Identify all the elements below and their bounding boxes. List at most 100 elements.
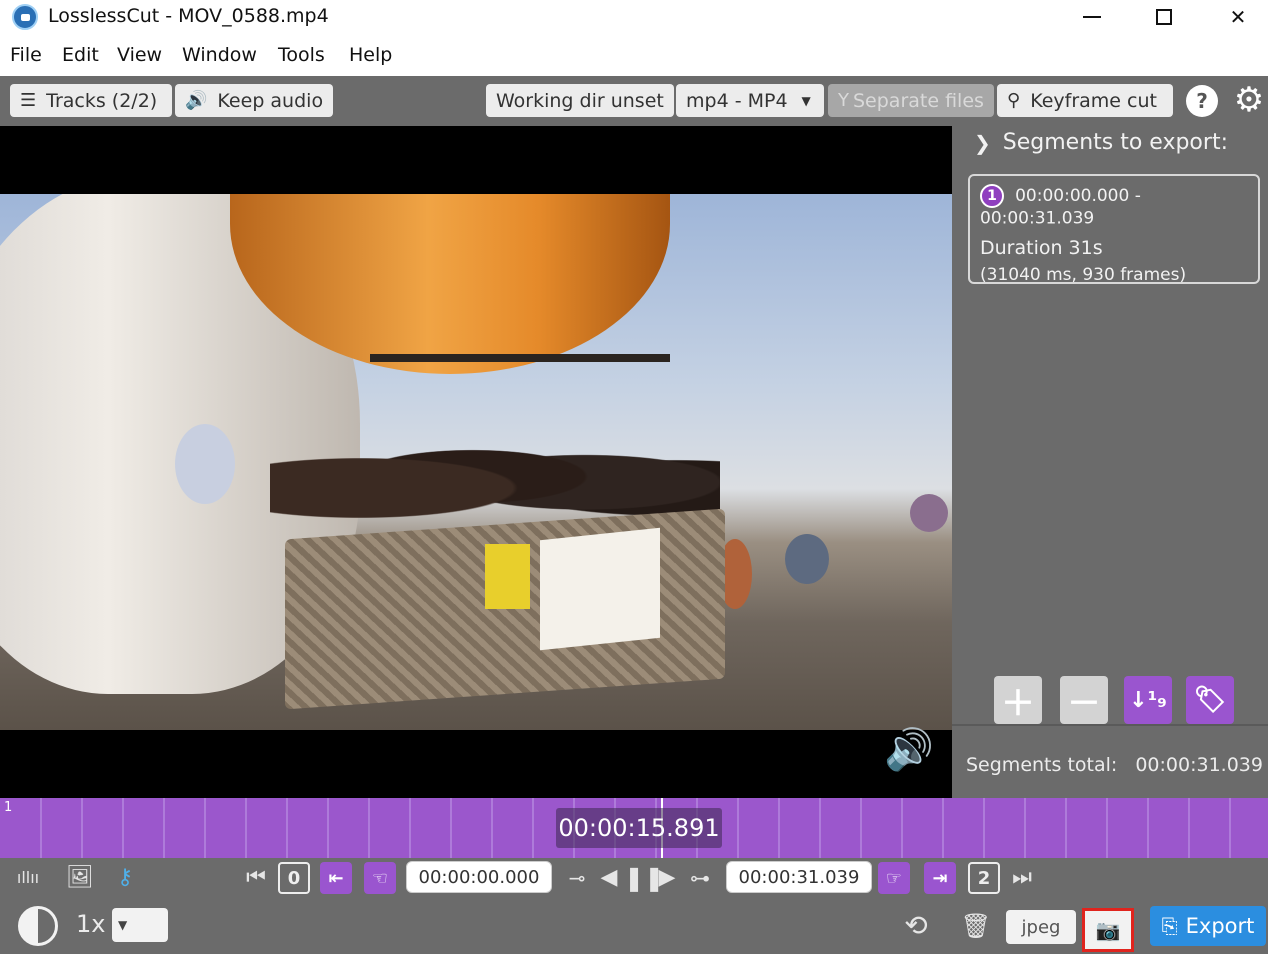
minus-icon: － xyxy=(1067,683,1101,724)
rotate-icon[interactable]: ⟲ xyxy=(894,910,938,942)
timeline-tick xyxy=(983,798,985,858)
reorder-segments-button[interactable]: ↓¹₉ xyxy=(1124,676,1172,724)
yin-yang-icon[interactable] xyxy=(18,906,58,946)
jump-cut-start-button[interactable]: ⇤ xyxy=(320,862,352,894)
jump-to-start-icon[interactable]: ⏮ xyxy=(244,862,268,894)
timeline-tick xyxy=(1065,798,1067,858)
export-file-icon: ⎘ xyxy=(1161,914,1178,938)
separate-files-button[interactable]: Y Separate files xyxy=(828,84,994,117)
menu-tools[interactable]: Tools xyxy=(278,44,325,66)
add-segment-button[interactable]: ＋ xyxy=(994,676,1042,724)
capture-format-select[interactable]: jpeg xyxy=(1006,910,1076,944)
timeline-tick xyxy=(40,798,42,858)
chevron-right-icon: ❯ xyxy=(974,130,991,155)
menu-file[interactable]: File xyxy=(10,44,42,66)
remove-segment-button[interactable]: － xyxy=(1060,676,1108,724)
menu-edit[interactable]: Edit xyxy=(62,44,99,66)
end-segment-button[interactable]: 2 xyxy=(968,862,1000,894)
speed-select[interactable]: ▼ xyxy=(112,908,168,942)
segment-end-icon: ⇥ xyxy=(932,867,948,889)
start-segment-button[interactable]: 0 xyxy=(278,862,310,894)
set-cut-start-button[interactable]: ☜ xyxy=(364,862,396,894)
thumbnails-icon[interactable]: 🖼 xyxy=(62,862,98,894)
timeline[interactable]: 1 00:00:15.891 xyxy=(0,798,1268,858)
segment-item[interactable]: 1 00:00:00.000 - 00:00:31.039 Duration 3… xyxy=(968,174,1260,285)
key-left-icon[interactable]: ⊸ xyxy=(562,862,592,894)
timeline-tick xyxy=(1229,798,1231,858)
timeline-tick xyxy=(942,798,944,858)
format-select[interactable]: mp4 - MP4 ▼ xyxy=(676,84,824,117)
segment-duration: Duration 31s xyxy=(980,236,1103,259)
start-segment-number: 0 xyxy=(287,867,301,889)
maximize-icon xyxy=(1156,9,1172,25)
set-cut-end-button[interactable]: ☞ xyxy=(878,862,910,894)
window-title: LosslessCut - MOV_0588.mp4 xyxy=(48,5,329,27)
cut-start-time-input[interactable]: 00:00:00.000 xyxy=(406,861,552,893)
distant-balloon xyxy=(910,494,948,532)
tag-icon: 🏷 xyxy=(1193,685,1227,715)
speaker-icon: 🔊 xyxy=(185,90,208,111)
segment-buttons: ＋ － ↓¹₉ 🏷 xyxy=(994,676,1244,726)
gear-icon[interactable]: ⚙ xyxy=(1232,83,1266,117)
key-right-icon[interactable]: ⊶ xyxy=(684,862,716,894)
format-label: mp4 - MP4 xyxy=(686,89,788,112)
menu-help[interactable]: Help xyxy=(349,44,392,66)
menu-window[interactable]: Window xyxy=(182,44,257,66)
keyframe-cut-button[interactable]: ⚲ Keyframe cut xyxy=(997,84,1173,117)
step-back-icon[interactable]: ◀ xyxy=(598,862,620,894)
close-button[interactable]: ✕ xyxy=(1203,0,1268,34)
segments-total-value: 00:00:31.039 xyxy=(1135,754,1263,776)
keep-audio-button[interactable]: 🔊 Keep audio xyxy=(175,84,333,117)
volume-icon[interactable]: 🔊 xyxy=(884,726,934,773)
chevron-down-icon: ▼ xyxy=(118,918,128,932)
menu-bar: File Edit View Window Tools Help xyxy=(0,36,1268,76)
waveform-icon[interactable]: ıllıı xyxy=(8,862,48,894)
tracks-button[interactable]: ☰ Tracks (2/2) xyxy=(10,84,172,117)
working-dir-button[interactable]: Working dir unset xyxy=(486,84,674,117)
toolbar: ☰ Tracks (2/2) 🔊 Keep audio Working dir … xyxy=(0,76,1268,126)
distant-balloon xyxy=(175,424,235,504)
timeline-tick xyxy=(122,798,124,858)
title-bar: LosslessCut - MOV_0588.mp4 ✕ xyxy=(0,0,1268,36)
menu-view[interactable]: View xyxy=(117,44,162,66)
basket-frame xyxy=(370,354,670,394)
timeline-tick xyxy=(245,798,247,858)
app-logo-icon xyxy=(12,4,38,30)
keyframes-key-icon[interactable]: ⚷ xyxy=(110,862,140,894)
timeline-tick xyxy=(860,798,862,858)
timeline-tick xyxy=(450,798,452,858)
close-icon: ✕ xyxy=(1229,5,1247,29)
timeline-tick xyxy=(204,798,206,858)
export-button[interactable]: ⎘ Export xyxy=(1150,906,1266,946)
minimize-button[interactable] xyxy=(1057,0,1127,34)
timeline-tick xyxy=(532,798,534,858)
help-icon: ? xyxy=(1196,89,1208,113)
pause-icon[interactable]: ❚❚ xyxy=(624,862,664,894)
help-button[interactable]: ? xyxy=(1186,85,1218,117)
playback-speed: 1x xyxy=(76,910,106,938)
current-time-display: 00:00:15.891 xyxy=(556,808,722,848)
trash-icon[interactable]: 🗑 xyxy=(960,910,992,942)
label-segment-button[interactable]: 🏷 xyxy=(1186,676,1234,724)
segments-header[interactable]: ❯ Segments to export: xyxy=(974,130,1228,155)
capture-frame-button[interactable]: 📷 xyxy=(1082,908,1134,952)
timeline-tick xyxy=(327,798,329,858)
timeline-tick xyxy=(1024,798,1026,858)
timeline-tick xyxy=(409,798,411,858)
banner xyxy=(540,527,660,651)
camera-icon: 📷 xyxy=(1095,918,1121,942)
timeline-tick xyxy=(368,798,370,858)
divider xyxy=(952,724,1268,726)
losslesscut-window: LosslessCut - MOV_0588.mp4 ✕ File Edit V… xyxy=(0,0,1268,954)
cut-end-time-input[interactable]: 00:00:31.039 xyxy=(726,861,872,893)
export-label: Export xyxy=(1185,914,1255,938)
step-forward-icon[interactable]: ▶ xyxy=(656,862,678,894)
timeline-tick xyxy=(901,798,903,858)
jump-to-end-icon[interactable]: ⏭ xyxy=(1010,862,1034,894)
list-icon: ☰ xyxy=(20,90,37,111)
maximize-button[interactable] xyxy=(1129,0,1199,34)
yellow-sign xyxy=(485,544,530,609)
separate-files-label: Separate files xyxy=(853,89,984,112)
video-player[interactable]: 🔊 xyxy=(0,126,952,798)
jump-cut-end-button[interactable]: ⇥ xyxy=(924,862,956,894)
